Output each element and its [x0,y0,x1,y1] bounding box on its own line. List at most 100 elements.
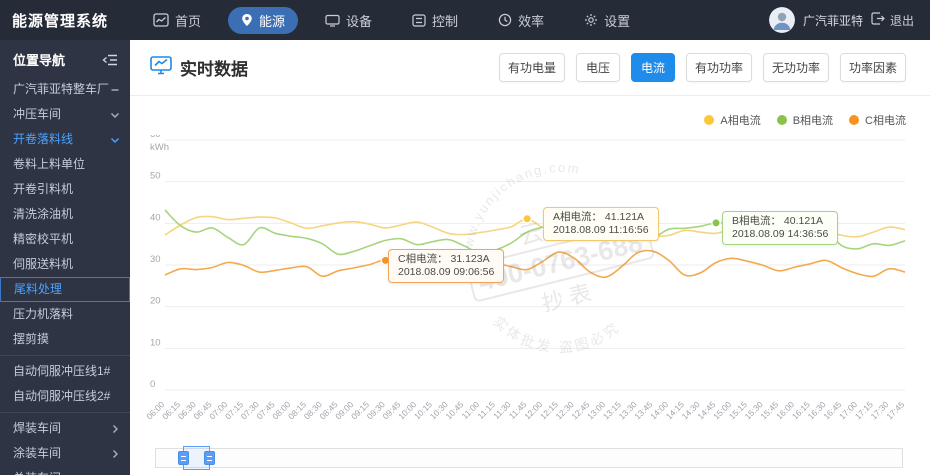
metric-tab[interactable]: 电压 [575,53,620,82]
tooltip-c-phase: C相电流： 31.123A 2018.08.09 09:06:56 [388,249,505,283]
metric-tab[interactable]: 无功功率 [762,53,829,82]
svg-text:10: 10 [150,337,161,348]
sidebar-item-list: 广汽菲亚特整车厂 冲压车间开卷落料线卷料上料单位 开卷引料机清洗涂油机 精密校平机伺服… [0,77,130,475]
nav-item-home[interactable]: 首页 [140,7,214,34]
legend-dot-icon [704,115,715,125]
device-icon [325,14,340,27]
line-chart-canvas[interactable]: 0 10 20 30 40 50 60 kWh 06:0006:1506:3006:4507:0… [140,135,920,445]
nav-item-label: 能源 [259,13,286,29]
svg-text:20: 20 [150,296,161,307]
sidebar-divider [0,355,130,356]
chart-legend: A相电流 B相电流 C相电流 [704,112,906,128]
sidebar-item[interactable]: 精密校平机 [0,227,130,252]
sidebar-item-label: 压力机落料 [13,307,74,321]
main-content: 实时数据 有功电量 电压 电流 有功功率 无功功率 功率因素 A相电流 B相电流 C相电流 0… [130,40,930,475]
sidebar-item-label: 涂装车间 [13,446,62,460]
legend-label: C相电流 [865,115,906,127]
sidebar-item[interactable]: 广汽菲亚特整车厂 [0,77,130,102]
tooltip-value: B相电流： 40.121A [732,215,824,227]
sidebar-item[interactable]: 卷料上料单位 [0,152,130,177]
logout-button[interactable]: 退出 [871,12,914,29]
sidebar-item[interactable]: 自动伺服冲压线1# [0,359,130,384]
nav-item-devices[interactable]: 设备 [312,7,385,34]
sidebar-item-label: 广汽菲亚特整车厂 [13,82,110,96]
sidebar-item[interactable]: 开卷落料线 [0,127,130,152]
grid-lines [165,139,905,391]
svg-text:0: 0 [150,379,155,390]
legend-item[interactable]: B相电流 [776,112,834,128]
sidebar-item[interactable]: 自动伺服冲压线2# [0,384,130,409]
minus-icon [110,85,120,95]
metric-tab[interactable]: 功率因素 [839,53,906,82]
datazoom-slider-track[interactable] [155,446,903,470]
nav-item-label: 控制 [432,13,459,29]
chevron-right-icon [110,424,120,434]
metric-tab[interactable]: 有功功率 [685,53,752,82]
avatar[interactable] [768,7,795,33]
legend-dot-icon [849,115,860,125]
nav-item-settings[interactable]: 设置 [571,7,643,34]
collapse-sidebar-icon[interactable] [102,54,118,66]
main-header: 实时数据 有功电量 电压 电流 有功功率 无功功率 功率因素 [130,40,930,96]
tooltip-datetime: 2018.08.09 09:06:56 [398,266,495,278]
legend-item[interactable]: A相电流 [704,112,761,128]
nav-item-energy[interactable]: 能源 [228,6,299,34]
sidebar-item-label: 摆剪摸 [13,332,50,346]
sidebar-item[interactable]: 冲压车间 [0,102,130,127]
sidebar-title: 位置导航 [13,53,66,68]
tooltip-b-phase: B相电流： 40.121A 2018.08.09 14:36:56 [722,211,839,245]
clock-icon [498,13,512,27]
datazoom-right-handle[interactable] [204,451,215,465]
sidebar-item[interactable]: 总装车间 [0,466,130,475]
sidebar-item[interactable]: 清洗涂油机 [0,202,130,227]
sidebar-item-label: 开卷引料机 [13,182,74,196]
sidebar-item-label: 伺服送料机 [13,257,74,271]
sidebar-item[interactable]: 尾料处理 [0,277,130,302]
sidebar-item-label: 卷料上料单位 [13,157,86,171]
sidebar-item-label: 冲压车间 [13,107,62,121]
legend-label: B相电流 [792,115,834,127]
sidebar-divider [0,412,130,413]
page-title: 实时数据 [150,55,248,80]
nav-item-label: 设置 [604,13,631,29]
navbar-right: 广汽菲亚特 退出 [768,7,930,33]
sidebar-item[interactable]: 涂装车间 [0,441,130,466]
nav-item-efficiency[interactable]: 效率 [485,7,557,34]
sidebar-item[interactable]: 压力机落料 [0,302,130,327]
svg-text:30: 30 [150,254,161,265]
datazoom-left-handle[interactable] [178,451,189,465]
y-axis-labels: 0 10 20 30 40 50 60 kWh [150,135,169,390]
datazoom-selected-window[interactable] [178,446,215,470]
nav-item-label: 效率 [518,13,545,29]
sidebar-item[interactable]: 摆剪摸 [0,327,130,352]
sidebar-item[interactable]: 伺服送料机 [0,252,130,277]
chevron-down-icon [110,135,120,145]
sidebar-header: 位置导航 [0,40,130,77]
nav-item-control[interactable]: 控制 [399,7,471,34]
sidebar-item[interactable]: 焊装车间 [0,416,130,441]
legend-item[interactable]: C相电流 [849,112,906,128]
location-pin-icon [241,13,253,27]
sidebar-item[interactable]: 开卷引料机 [0,177,130,202]
highlight-dot [711,218,721,228]
metric-tab-group: 有功电量 电压 电流 有功功率 无功功率 功率因素 [498,53,906,82]
sidebar-item-label: 自动伺服冲压线1# [13,364,111,378]
chevron-down-icon [110,110,120,120]
sidebar-item-label: 尾料处理 [14,282,63,296]
tooltip-value: C相电流： 31.123A [398,253,490,265]
sidebar-item-label: 开卷落料线 [13,132,74,146]
highlight-dot [522,213,533,224]
tooltip-a-phase: A相电流： 41.121A 2018.08.09 11:16:56 [543,207,659,241]
metric-tab[interactable]: 电流 [630,53,675,82]
gear-icon [584,13,598,27]
tooltip-datetime: 2018.08.09 14:36:56 [732,228,829,240]
svg-text:kWh: kWh [150,142,169,153]
legend-label: A相电流 [720,115,761,127]
sidebar-item-label: 自动伺服冲压线2# [13,389,111,403]
tooltip-value: A相电流： 41.121A [553,211,645,223]
sidebar-item-label: 焊装车间 [13,421,62,435]
svg-text:50: 50 [150,171,161,182]
app-root: 能源管理系统 首页 能源 设备 控制 效率 设置 广汽菲亚特 退出 位置导航 广汽菲亚特整… [0,0,930,475]
metric-tab[interactable]: 有功电量 [498,53,565,82]
legend-dot-icon [776,115,787,125]
